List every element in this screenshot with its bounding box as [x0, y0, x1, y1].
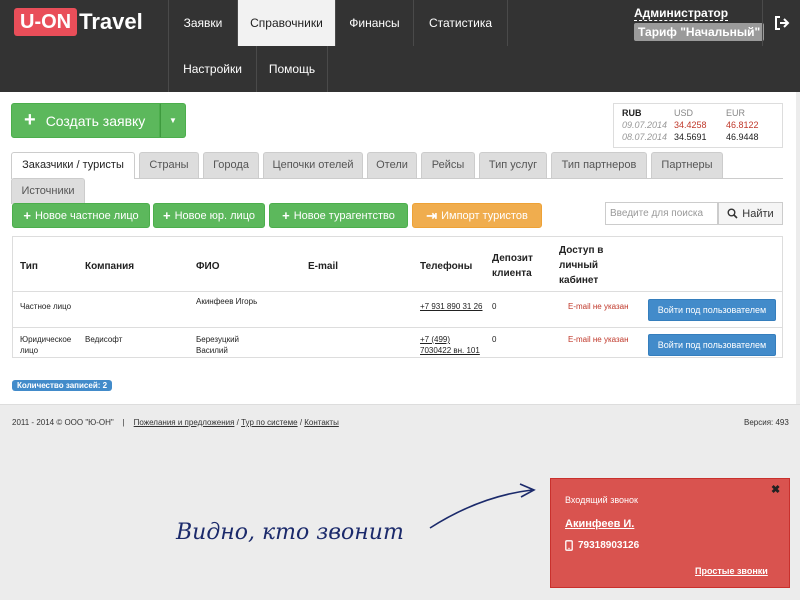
- cell-deposit: 0: [492, 335, 497, 344]
- column-header-deposit: Депозит клиента: [492, 253, 533, 279]
- plus-icon: +: [162, 208, 171, 223]
- column-header-email: E-mail: [308, 261, 339, 272]
- column-header-type: Тип: [20, 261, 38, 272]
- search-button[interactable]: Найти: [718, 202, 783, 225]
- rate-date: 09.07.2014: [622, 120, 668, 130]
- footer-link-feedback[interactable]: Пожелания и предложения: [134, 418, 235, 427]
- rate-eur: 46.9448: [726, 132, 759, 142]
- user-name[interactable]: Администратор: [634, 6, 729, 21]
- top-nav-bar: U-ON Travel Заявки Справочники Финансы С…: [0, 0, 800, 92]
- new-private-person-button[interactable]: + Новое частное лицо: [12, 203, 150, 228]
- tab-flights[interactable]: Рейсы: [421, 152, 475, 178]
- caller-phone-number: 79318903126: [578, 540, 640, 551]
- cell-type: Юридическое лицо: [20, 335, 72, 355]
- create-order-button[interactable]: + Создать заявку: [11, 103, 160, 138]
- tariff-badge[interactable]: Тариф "Начальный": [634, 23, 765, 41]
- plus-icon: +: [282, 208, 290, 223]
- records-count-badge: Количество записей: 2: [12, 380, 113, 391]
- rate-date: 08.07.2014: [622, 132, 668, 142]
- incoming-call-popup: ✖ Входящий звонок Акинфеев И. 7931890312…: [550, 478, 790, 588]
- nav-item-directories[interactable]: Справочники: [238, 0, 335, 46]
- cell-name: Березуцкий Василий: [196, 335, 240, 355]
- rate-eur: 46.8122: [726, 120, 759, 130]
- rate-header-rub: RUB: [622, 108, 642, 118]
- tab-countries[interactable]: Страны: [139, 152, 199, 178]
- tab-service-types[interactable]: Тип услуг: [479, 152, 547, 178]
- footer: 2011 - 2014 © ООО "Ю-ОН" | Пожелания и п…: [0, 404, 800, 434]
- login-as-user-button[interactable]: Войти под пользователем: [648, 334, 776, 356]
- close-icon[interactable]: ✖: [771, 483, 780, 496]
- nav-item-statistics[interactable]: Статистика: [414, 0, 507, 46]
- new-agency-button[interactable]: + Новое турагентство: [269, 203, 408, 228]
- column-header-company: Компания: [85, 261, 135, 272]
- login-as-user-button[interactable]: Войти под пользователем: [648, 299, 776, 321]
- cell-phone[interactable]: +7 (499) 7030422 вн. 101: [420, 334, 482, 356]
- copyright: 2011 - 2014 © ООО "Ю-ОН": [12, 418, 114, 427]
- logout-button[interactable]: [762, 0, 800, 46]
- new-legal-entity-button[interactable]: + Новое юр. лицо: [153, 203, 265, 228]
- tab-customers[interactable]: Заказчики / туристы: [11, 152, 135, 179]
- nav-item-help[interactable]: Помощь: [257, 46, 327, 92]
- caller-phone: 79318903126: [565, 540, 639, 551]
- cell-company: Ведисофт: [85, 335, 123, 344]
- logo-text: Travel: [79, 9, 143, 34]
- tab-partner-types[interactable]: Тип партнеров: [551, 152, 647, 178]
- footer-link-tour[interactable]: Тур по системе: [241, 418, 297, 427]
- version-label: Версия: 493: [744, 418, 789, 427]
- cell-phone[interactable]: +7 931 890 31 26: [420, 301, 483, 312]
- button-label: Импорт туристов: [441, 209, 528, 222]
- callout-text: Видно, кто звонит: [176, 520, 404, 545]
- logo[interactable]: U-ON Travel: [14, 8, 143, 36]
- search-input[interactable]: Введите для поиска: [605, 202, 718, 225]
- cell-access-status: E-mail не указан: [568, 335, 629, 344]
- table-row[interactable]: Юридическое лицо Ведисофт Березуцкий Вас…: [13, 327, 782, 358]
- table-row[interactable]: Частное лицо Акинфеев Игорь +7 931 890 3…: [13, 291, 782, 327]
- nav-item-settings[interactable]: Настройки: [169, 46, 256, 92]
- nav-divider: [327, 46, 328, 92]
- button-label: Новое турагентство: [293, 209, 395, 222]
- simple-calls-link[interactable]: Простые звонки: [695, 566, 768, 576]
- currency-rates: RUB USD EUR 09.07.2014 34.4258 46.8122 0…: [613, 103, 783, 148]
- tab-hotels[interactable]: Отели: [367, 152, 417, 178]
- nav-item-orders[interactable]: Заявки: [169, 0, 237, 46]
- search-button-label: Найти: [742, 207, 774, 220]
- customers-table: Тип Компания ФИО E-mail Телефоны Депозит…: [12, 236, 783, 358]
- button-label: Новое юр. лицо: [174, 209, 255, 222]
- cell-deposit: 0: [492, 302, 497, 311]
- tab-cities[interactable]: Города: [203, 152, 259, 178]
- column-header-name: ФИО: [196, 261, 220, 272]
- create-order-dropdown[interactable]: ▼: [160, 103, 186, 138]
- rate-usd: 34.4258: [674, 120, 707, 130]
- rate-header-usd: USD: [674, 108, 694, 118]
- search-icon: [727, 208, 738, 219]
- footer-link-contacts[interactable]: Контакты: [304, 418, 339, 427]
- logout-icon: [774, 16, 789, 30]
- caret-down-icon: ▼: [169, 116, 177, 125]
- footer-separator: |: [116, 418, 132, 427]
- column-header-access: Доступ в личный кабинет: [559, 245, 604, 286]
- rate-header-eur: EUR: [726, 108, 746, 118]
- column-header-phones: Телефоны: [420, 261, 473, 272]
- nav-item-finance[interactable]: Финансы: [336, 0, 413, 46]
- import-icon: ⇥: [426, 207, 438, 223]
- cell-access-status: E-mail не указан: [568, 302, 629, 311]
- button-label: Новое частное лицо: [34, 209, 139, 222]
- rate-usd: 34.5691: [674, 132, 707, 142]
- phone-icon: [565, 540, 573, 551]
- caller-name-link[interactable]: Акинфеев И.: [565, 518, 634, 530]
- popup-title: Входящий звонок: [565, 495, 638, 505]
- tab-hotel-chains[interactable]: Цепочки отелей: [263, 152, 363, 178]
- create-order-label: Создать заявку: [45, 112, 146, 129]
- plus-icon: +: [24, 109, 36, 131]
- tab-partners[interactable]: Партнеры: [651, 152, 723, 178]
- logo-brand: U-ON: [14, 8, 78, 36]
- cell-name: Акинфеев Игорь: [196, 297, 258, 306]
- cell-type: Частное лицо: [20, 302, 72, 311]
- tab-sources[interactable]: Источники: [11, 178, 85, 204]
- footer-links: 2011 - 2014 © ООО "Ю-ОН" | Пожелания и п…: [12, 418, 339, 427]
- plus-icon: +: [23, 208, 31, 223]
- nav-divider: [507, 0, 508, 46]
- import-tourists-button[interactable]: ⇥ Импорт туристов: [412, 203, 542, 228]
